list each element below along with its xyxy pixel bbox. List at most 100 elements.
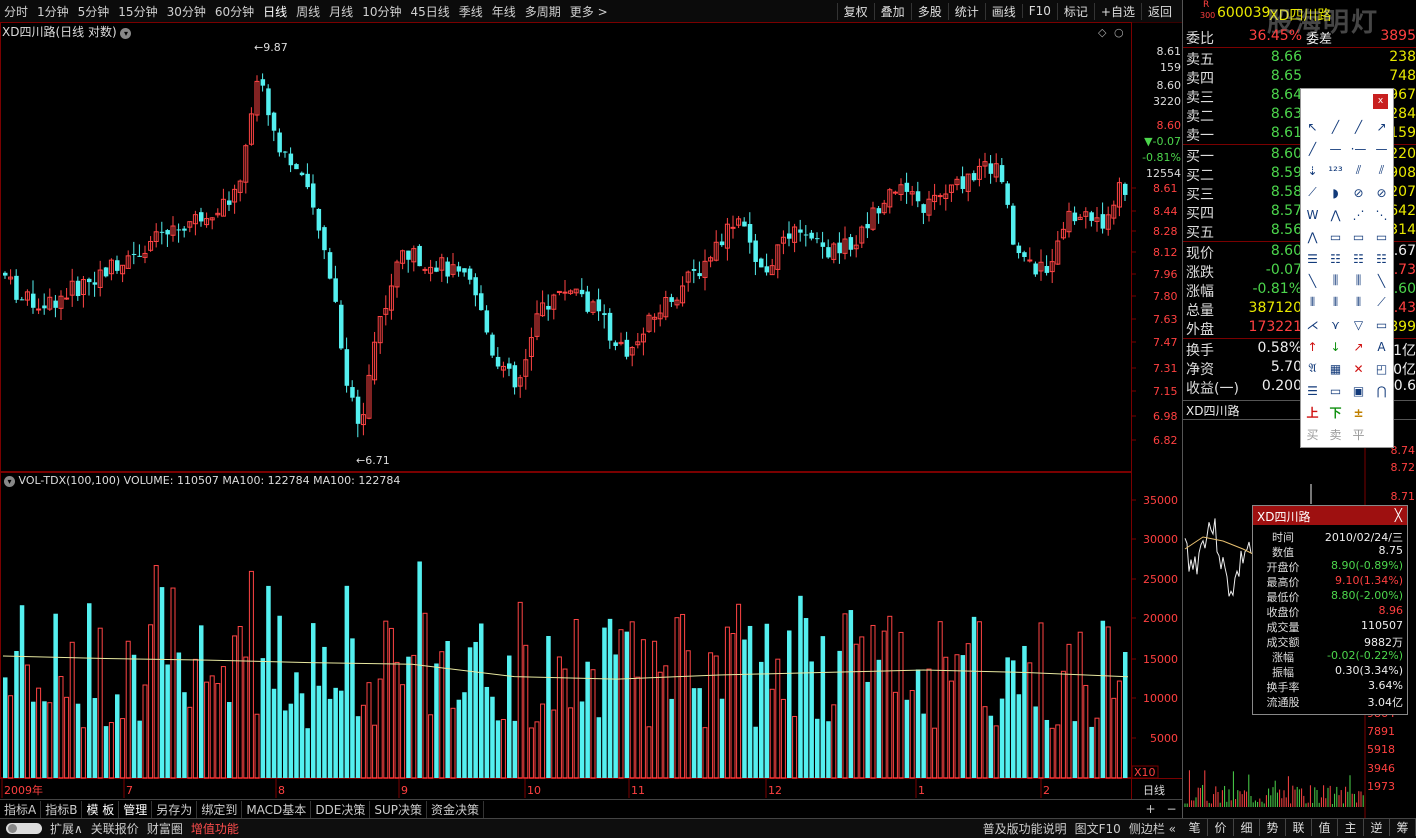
drawing-tool-icon[interactable]: ⟋ bbox=[1372, 293, 1391, 312]
period-button-6[interactable]: 日线 bbox=[263, 3, 287, 20]
drawing-tool-icon[interactable]: ⊘ bbox=[1349, 183, 1368, 202]
status-item-3[interactable]: 增值功能 bbox=[187, 820, 243, 837]
drawing-tool-icon[interactable]: ☷ bbox=[1326, 249, 1345, 268]
zoom-out-icon[interactable]: − bbox=[1166, 802, 1176, 816]
period-button-9[interactable]: 10分钟 bbox=[362, 3, 401, 20]
indicator-tab-2[interactable]: 模 板 bbox=[82, 800, 120, 818]
period-button-8[interactable]: 月线 bbox=[329, 3, 353, 20]
period-button-14[interactable]: 更多 > bbox=[570, 3, 608, 20]
trade-label[interactable]: 平 bbox=[1349, 425, 1368, 444]
drawing-tool-icon[interactable]: ╲ bbox=[1303, 271, 1322, 290]
drawing-tool-icon[interactable]: ▭ bbox=[1326, 227, 1345, 246]
indicator-tab-6[interactable]: MACD基本 bbox=[242, 800, 312, 818]
drawing-tool-icon[interactable]: ↖ bbox=[1303, 117, 1322, 136]
drawing-tool-icon[interactable]: ☰ bbox=[1303, 249, 1322, 268]
circle-icon[interactable]: ○ bbox=[1114, 26, 1124, 39]
period-button-1[interactable]: 1分钟 bbox=[37, 3, 69, 20]
indicator-tab-9[interactable]: 资金决策 bbox=[427, 800, 485, 818]
period-button-5[interactable]: 60分钟 bbox=[215, 3, 254, 20]
drawing-tool-icon[interactable]: ╱ bbox=[1303, 139, 1322, 158]
trade-tool-icon[interactable]: ± bbox=[1349, 403, 1368, 422]
drawing-tool-icon[interactable]: ↗ bbox=[1372, 117, 1391, 136]
period-button-12[interactable]: 年线 bbox=[492, 3, 516, 20]
drawing-tool-icon[interactable]: ⋎ bbox=[1326, 315, 1345, 334]
drawing-tool-icon[interactable]: W bbox=[1303, 205, 1322, 224]
drawing-tool-icon[interactable]: ⦀ bbox=[1303, 293, 1322, 312]
status-item-1[interactable]: 关联报价 bbox=[87, 820, 143, 837]
toolbar-button-5[interactable]: F10 bbox=[1021, 4, 1057, 18]
toolbar-button-4[interactable]: 画线 bbox=[984, 2, 1022, 20]
toolbar-button-2[interactable]: 多股 bbox=[910, 2, 948, 20]
toolbar-button-8[interactable]: 返回 bbox=[1140, 2, 1178, 20]
toolbar-button-7[interactable]: +自选 bbox=[1093, 2, 1141, 20]
drawing-tool-icon[interactable]: ▣ bbox=[1349, 381, 1368, 400]
status-right-item-0[interactable]: 普及版功能说明 bbox=[979, 820, 1071, 837]
drawing-tool-icon[interactable]: ⟋ bbox=[1303, 183, 1322, 202]
period-button-4[interactable]: 30分钟 bbox=[167, 3, 206, 20]
close-icon[interactable]: x bbox=[1373, 94, 1388, 109]
diamond-icon[interactable]: ◇ bbox=[1098, 26, 1107, 39]
indicator-tab-7[interactable]: DDE决策 bbox=[311, 800, 371, 818]
trade-label[interactable]: 买 bbox=[1303, 425, 1322, 444]
period-button-2[interactable]: 5分钟 bbox=[78, 3, 110, 20]
drawing-tool-icon[interactable]: ▭ bbox=[1349, 227, 1368, 246]
drawing-tool-icon[interactable]: ⦀ bbox=[1349, 293, 1368, 312]
drawing-tool-icon[interactable]: — bbox=[1372, 139, 1391, 158]
volume-title[interactable]: ▾ VOL-TDX(100,100) VOLUME: 110507 MA100:… bbox=[4, 474, 400, 487]
toolbar-button-0[interactable]: 复权 bbox=[836, 2, 874, 20]
trade-tool-icon[interactable]: 上 bbox=[1303, 403, 1322, 422]
quote-tab-6[interactable]: 主 bbox=[1338, 819, 1364, 836]
toolbar-button-1[interactable]: 叠加 bbox=[873, 2, 911, 20]
drawing-tool-icon[interactable]: A bbox=[1372, 337, 1391, 356]
indicator-tab-0[interactable]: 指标A bbox=[0, 800, 42, 818]
quote-tab-2[interactable]: 细 bbox=[1234, 819, 1260, 836]
quote-tab-7[interactable]: 逆 bbox=[1364, 819, 1390, 836]
drawing-tool-icon[interactable]: ⫽ bbox=[1372, 161, 1391, 180]
indicator-tab-5[interactable]: 绑定到 bbox=[197, 800, 243, 818]
drawing-tool-icon[interactable]: ▭ bbox=[1372, 227, 1391, 246]
period-button-7[interactable]: 周线 bbox=[296, 3, 320, 20]
drawing-tool-icon[interactable]: ╱ bbox=[1326, 117, 1345, 136]
quote-tab-3[interactable]: 势 bbox=[1260, 819, 1286, 836]
drawing-tool-icon[interactable]: ⋱ bbox=[1372, 205, 1391, 224]
drawing-tool-icon[interactable]: ◗ bbox=[1326, 183, 1345, 202]
drawing-tool-icon[interactable]: ⋰ bbox=[1349, 205, 1368, 224]
drawing-tool-icon[interactable]: ⦀ bbox=[1326, 293, 1345, 312]
drawing-tool-icon[interactable]: ☷ bbox=[1372, 249, 1391, 268]
drawing-tool-icon[interactable]: ▦ bbox=[1326, 359, 1345, 378]
drawing-tool-icon[interactable]: ▽ bbox=[1349, 315, 1368, 334]
drawing-tool-icon[interactable]: ☰ bbox=[1303, 381, 1322, 400]
toolbar-button-6[interactable]: 标记 bbox=[1056, 2, 1094, 20]
drawing-tool-icon[interactable]: ⫽ bbox=[1349, 161, 1368, 180]
indicator-tab-8[interactable]: SUP决策 bbox=[370, 800, 428, 818]
drawing-tool-icon[interactable]: — bbox=[1326, 139, 1345, 158]
drawing-tool-icon[interactable]: ⋌ bbox=[1303, 315, 1322, 334]
drawing-tool-icon[interactable]: ·— bbox=[1349, 139, 1368, 158]
quote-tab-1[interactable]: 价 bbox=[1208, 819, 1234, 836]
drawing-tool-icon[interactable]: ↗ bbox=[1349, 337, 1368, 356]
toolbar-button-3[interactable]: 统计 bbox=[947, 2, 985, 20]
close-icon[interactable]: ╳ bbox=[1395, 508, 1402, 522]
drawing-tool-icon[interactable]: ↓ bbox=[1326, 337, 1345, 356]
toggle-switch[interactable] bbox=[6, 823, 42, 834]
quote-tab-0[interactable]: 笔 bbox=[1182, 819, 1208, 836]
drawing-tool-icon[interactable]: ⊘ bbox=[1372, 183, 1391, 202]
quote-tab-5[interactable]: 值 bbox=[1312, 819, 1338, 836]
status-right-item-1[interactable]: 图文F10 bbox=[1071, 820, 1125, 837]
period-button-11[interactable]: 季线 bbox=[459, 3, 483, 20]
quote-tab-8[interactable]: 筹 bbox=[1390, 819, 1416, 836]
quote-tab-4[interactable]: 联 bbox=[1286, 819, 1312, 836]
drawing-tool-icon[interactable]: ⫼ bbox=[1326, 271, 1345, 290]
drawing-tool-icon[interactable]: ▭ bbox=[1372, 315, 1391, 334]
drawing-tool-icon[interactable]: ✕ bbox=[1349, 359, 1368, 378]
drawing-tool-icon[interactable]: ╱ bbox=[1349, 117, 1368, 136]
indicator-tab-1[interactable]: 指标B bbox=[41, 800, 83, 818]
drawing-tool-icon[interactable]: ⋂ bbox=[1372, 381, 1391, 400]
period-button-3[interactable]: 15分钟 bbox=[118, 3, 157, 20]
chevron-down-icon[interactable]: ▾ bbox=[120, 28, 132, 39]
status-right-item-2[interactable]: 侧边栏 « bbox=[1125, 820, 1180, 837]
indicator-tab-3[interactable]: 管理 bbox=[119, 800, 153, 818]
period-button-10[interactable]: 45日线 bbox=[410, 3, 449, 20]
trade-label[interactable]: 卖 bbox=[1326, 425, 1345, 444]
drawing-tool-icon[interactable]: ◰ bbox=[1372, 359, 1391, 378]
